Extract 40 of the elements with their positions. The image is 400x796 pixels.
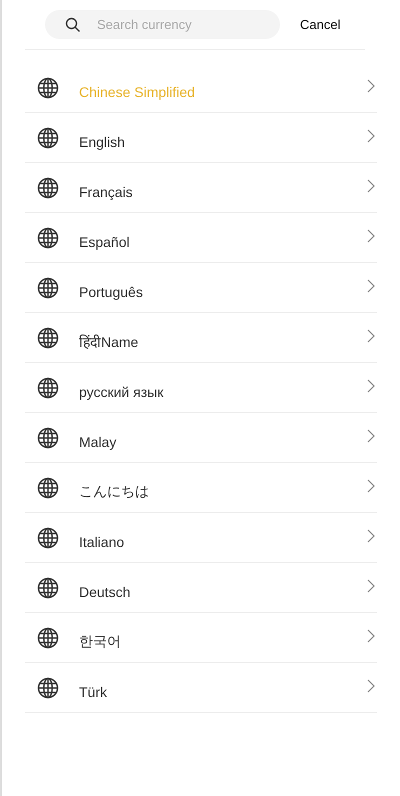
chevron-right-icon [367, 678, 375, 692]
language-item[interactable]: English [25, 113, 377, 163]
language-item[interactable]: Português [25, 263, 377, 313]
chevron-right-icon [367, 378, 375, 392]
chevron-right-icon [367, 528, 375, 542]
language-item[interactable]: 한국어 [25, 613, 377, 663]
globe-icon [37, 76, 59, 98]
language-item[interactable]: Italiano [25, 513, 377, 563]
globe-icon [37, 176, 59, 198]
chevron-right-icon [367, 578, 375, 592]
language-item[interactable]: русский язык [25, 363, 377, 413]
chevron-right-icon [367, 128, 375, 142]
globe-icon [37, 476, 59, 498]
chevron-right-icon [367, 328, 375, 342]
chevron-right-icon [367, 478, 375, 492]
language-item[interactable]: Español [25, 213, 377, 263]
globe-icon [37, 676, 59, 698]
globe-icon [37, 376, 59, 398]
chevron-right-icon [367, 428, 375, 442]
globe-icon [37, 326, 59, 348]
language-item[interactable]: Malay [25, 413, 377, 463]
globe-icon [37, 276, 59, 298]
globe-icon [37, 426, 59, 448]
globe-icon [37, 626, 59, 648]
language-item[interactable]: Türk [25, 663, 377, 713]
globe-icon [37, 576, 59, 598]
globe-icon [37, 126, 59, 148]
chevron-right-icon [367, 228, 375, 242]
cancel-button[interactable]: Cancel [292, 15, 348, 34]
search-field[interactable]: Search currency [45, 10, 280, 39]
language-item[interactable]: Français [25, 163, 377, 213]
chevron-right-icon [367, 278, 375, 292]
chevron-right-icon [367, 178, 375, 192]
globe-icon [37, 226, 59, 248]
chevron-right-icon [367, 78, 375, 92]
language-item[interactable]: Deutsch [25, 563, 377, 613]
globe-icon [37, 526, 59, 548]
language-item[interactable]: हिंदीName [25, 313, 377, 363]
chevron-right-icon [367, 628, 375, 642]
language-item[interactable]: こんにちは [25, 463, 377, 513]
